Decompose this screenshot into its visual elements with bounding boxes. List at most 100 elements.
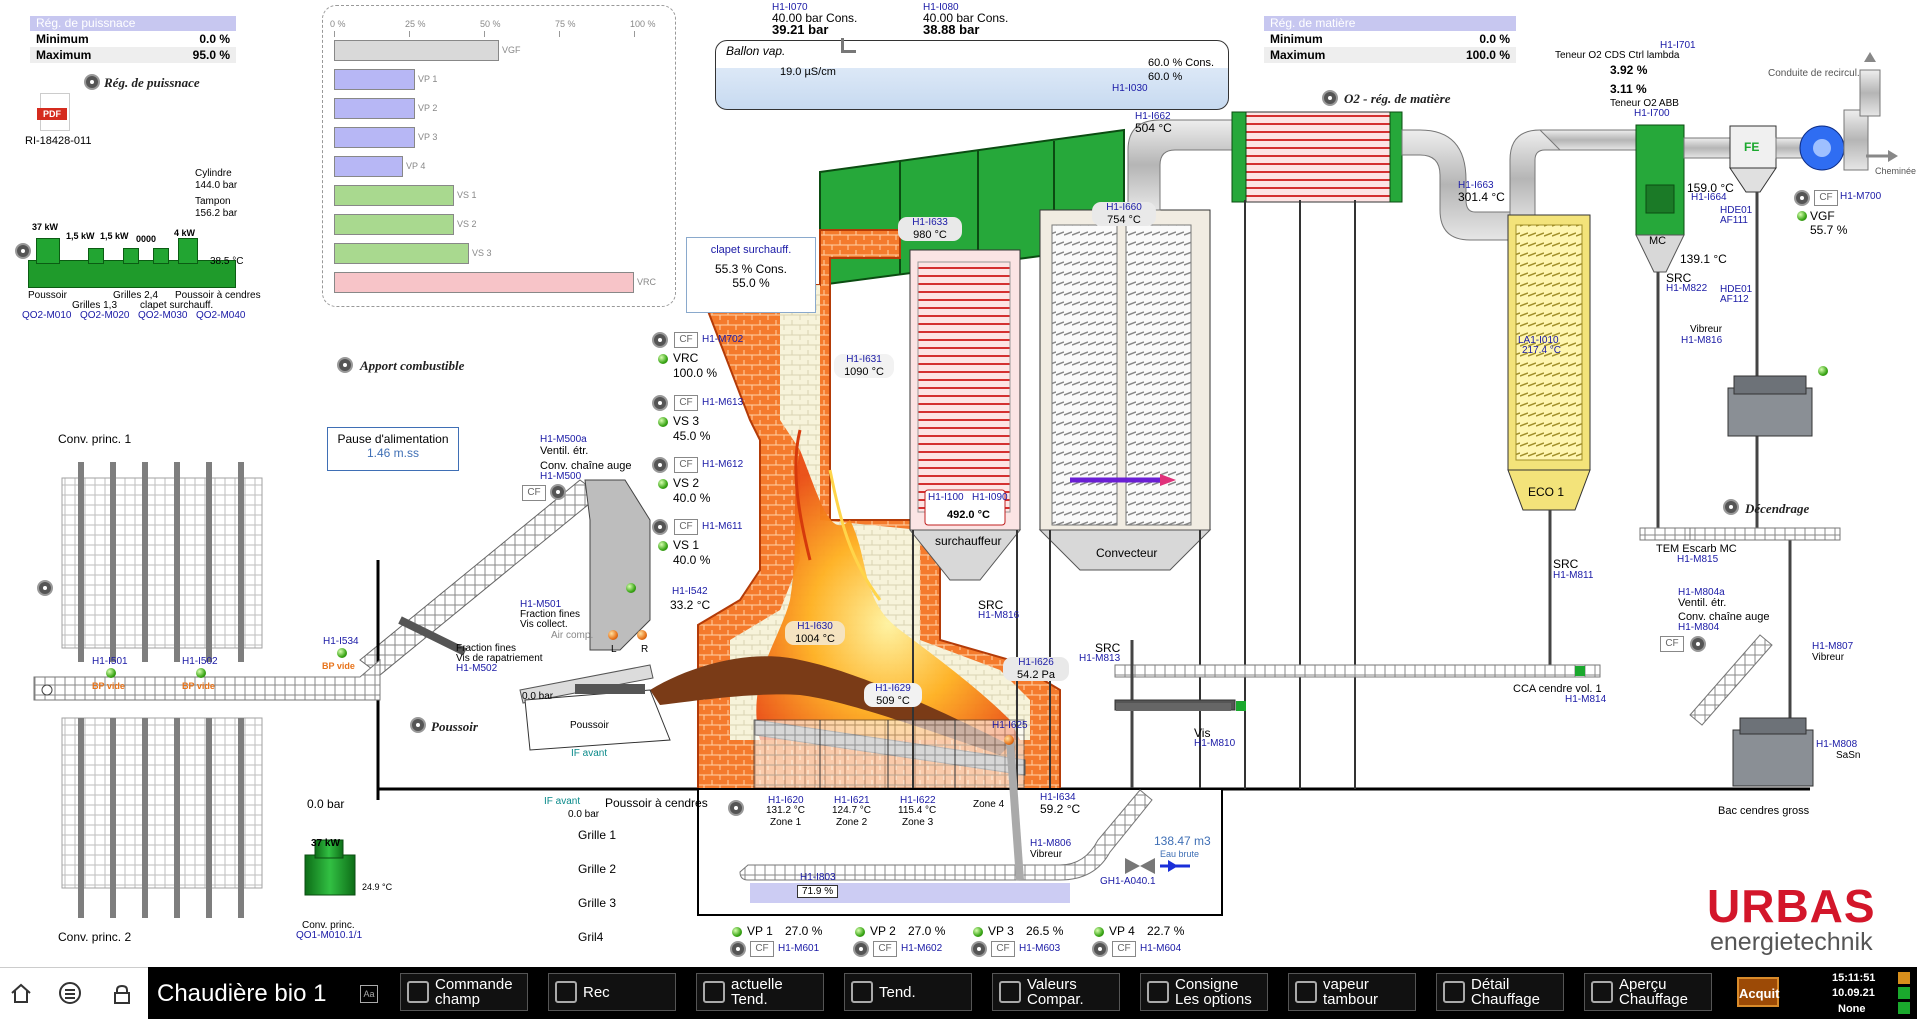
sec-fan-gear-icon[interactable] <box>652 457 668 473</box>
sec-fan-cf-button[interactable]: CF <box>674 395 698 411</box>
hde-a2[interactable]: AF111 <box>1720 215 1748 226</box>
m500-cf-button[interactable]: CF <box>522 485 546 501</box>
m806-tag[interactable]: H1-M806 <box>1030 838 1071 849</box>
sec-fan-tag[interactable]: H1-M612 <box>702 459 743 470</box>
sec-fan-gear-icon[interactable] <box>652 395 668 411</box>
src1-tag[interactable]: H1-M816 <box>978 610 1019 621</box>
i630-tag[interactable]: H1-I630 <box>785 621 845 633</box>
m500-gear-icon[interactable] <box>550 484 566 500</box>
m804-cf-button[interactable]: CF <box>1660 636 1684 652</box>
menu-icon[interactable] <box>59 982 81 1004</box>
nav-button-line2: Chauffage <box>1471 991 1540 1008</box>
hde-b2[interactable]: AF112 <box>1720 294 1749 305</box>
m700-gear-icon[interactable] <box>1794 190 1810 206</box>
i803-tag[interactable]: H1-I803 <box>800 872 836 883</box>
nav-button[interactable]: Consigne Les options <box>1140 973 1268 1011</box>
m815-tag[interactable]: H1-M815 <box>1677 554 1718 565</box>
i629-tag[interactable]: H1-I629 <box>864 683 922 695</box>
clapet-box[interactable]: clapet surchauff. 55.3 % Cons. 55.0 % <box>686 237 816 313</box>
m816-tag[interactable]: H1-M816 <box>1681 335 1722 346</box>
m822-tag[interactable]: H1-M822 <box>1666 283 1707 294</box>
prim-fan-cf-button[interactable]: CF <box>750 941 774 957</box>
nav-button-line2: tambour <box>1323 991 1379 1008</box>
m811-tag[interactable]: H1-M811 <box>1553 570 1593 581</box>
conv-motor-tag[interactable]: QO1-M010.1/1 <box>296 930 362 941</box>
nav-button[interactable]: Valeurs Compar. <box>992 973 1120 1011</box>
m814-tag[interactable]: H1-M814 <box>1565 694 1606 705</box>
prim-fan-cf-button[interactable]: CF <box>1112 941 1136 957</box>
nav-button[interactable]: Aperçu Chauffage <box>1584 973 1712 1011</box>
i501-tag[interactable]: H1-I501 <box>92 656 128 667</box>
poussoir-gear-icon[interactable] <box>410 717 426 733</box>
prim-fan-cf-button[interactable]: CF <box>991 941 1015 957</box>
urbas-logo: URBAS <box>1707 880 1876 932</box>
i660-badge[interactable]: H1-I660 754 °C <box>1092 202 1156 226</box>
i502-tag[interactable]: H1-I502 <box>182 656 218 667</box>
m500-tag[interactable]: H1-M500 <box>540 471 581 482</box>
fe-label: FE <box>1744 140 1760 154</box>
sec-fan-gear-icon[interactable] <box>652 332 668 348</box>
ash-pusher-label: Poussoir à cendres <box>605 796 708 810</box>
valve-tag[interactable]: GH1-A040.1 <box>1100 876 1156 887</box>
conv1-gear-icon[interactable] <box>37 580 53 596</box>
ack-button[interactable]: Acquit <box>1737 977 1779 1007</box>
i633-badge[interactable]: H1-I633 980 °C <box>898 217 962 241</box>
sec-fan-cf-button[interactable]: CF <box>674 457 698 473</box>
lock-icon[interactable] <box>112 984 132 1004</box>
prim-fan-led <box>732 927 742 937</box>
i630-badge[interactable]: H1-I630 1004 °C <box>785 621 845 645</box>
i631-tag[interactable]: H1-I631 <box>834 354 894 366</box>
m502-tag[interactable]: H1-M502 <box>456 663 497 674</box>
prim-fan-tag[interactable]: H1-M601 <box>778 943 819 954</box>
m807-tag[interactable]: H1-M807 <box>1812 641 1853 652</box>
font-size-icon[interactable]: Aa <box>360 985 378 1003</box>
home-icon[interactable] <box>10 983 32 1003</box>
prim-fan-gear-icon[interactable] <box>1092 941 1108 957</box>
i090-tag[interactable]: H1-I090 <box>972 492 1008 503</box>
i626-badge[interactable]: H1-I626 54.2 Pa <box>1003 657 1069 681</box>
decendrage-button[interactable]: Décendrage <box>1745 501 1809 517</box>
sec-fan-tag[interactable]: H1-M613 <box>702 397 743 408</box>
sec-fan-cf-button[interactable]: CF <box>674 519 698 535</box>
prim-fan-tag[interactable]: H1-M602 <box>901 943 942 954</box>
prim-fan-gear-icon[interactable] <box>971 941 987 957</box>
nav-button[interactable]: Rec <box>548 973 676 1011</box>
prim-fan-cf-button[interactable]: CF <box>873 941 897 957</box>
prim-fan-tag[interactable]: H1-M604 <box>1140 943 1181 954</box>
m700-tag[interactable]: H1-M700 <box>1840 191 1881 202</box>
m810-tag[interactable]: H1-M810 <box>1194 738 1235 749</box>
sec-fan-cf-button[interactable]: CF <box>674 332 698 348</box>
i664-tag[interactable]: H1-I664 <box>1691 192 1727 203</box>
m808-tag[interactable]: H1-M808 <box>1816 739 1857 750</box>
nav-button[interactable]: Détail Chauffage <box>1436 973 1564 1011</box>
m700-cf-button[interactable]: CF <box>1814 190 1838 206</box>
ash-pusher-gear-icon[interactable] <box>728 800 744 816</box>
m804-tag[interactable]: H1-M804 <box>1678 622 1719 633</box>
m500a-tag[interactable]: H1-M500a <box>540 434 587 445</box>
i633-tag[interactable]: H1-I633 <box>898 217 962 229</box>
i100-tag[interactable]: H1-I100 <box>928 492 964 503</box>
i631-badge[interactable]: H1-I631 1090 °C <box>834 354 894 378</box>
sec-fan-tag[interactable]: H1-M702 <box>702 334 743 345</box>
prim-fan-gear-icon[interactable] <box>730 941 746 957</box>
src2-tag[interactable]: H1-M813 <box>1079 653 1120 664</box>
sec-fan-tag[interactable]: H1-M611 <box>702 521 742 532</box>
decendrage-gear-icon[interactable] <box>1723 499 1739 515</box>
i626-tag[interactable]: H1-I626 <box>1003 657 1069 669</box>
i534-bp: BP vide <box>322 661 355 671</box>
nav-button[interactable]: Tend. <box>844 973 972 1011</box>
nav-button[interactable]: actuelle Tend. <box>696 973 824 1011</box>
i542-tag[interactable]: H1-I542 <box>672 586 708 597</box>
nav-button[interactable]: vapeur tambour <box>1288 973 1416 1011</box>
prim-fan-gear-icon[interactable] <box>853 941 869 957</box>
i534-tag[interactable]: H1-I534 <box>323 636 359 647</box>
i629-badge[interactable]: H1-I629 509 °C <box>864 683 922 707</box>
nav-button[interactable]: Commande champ <box>400 973 528 1011</box>
prim-fan-tag[interactable]: H1-M603 <box>1019 943 1060 954</box>
m804-gear-icon[interactable] <box>1690 636 1706 652</box>
pause-box[interactable]: Pause d'alimentation 1.46 m.ss <box>327 427 459 471</box>
sec-fan-gear-icon[interactable] <box>652 519 668 535</box>
poussoir-button[interactable]: Poussoir <box>431 719 478 735</box>
i625-tag[interactable]: H1-I625 <box>992 720 1028 731</box>
i660-tag[interactable]: H1-I660 <box>1092 202 1156 214</box>
